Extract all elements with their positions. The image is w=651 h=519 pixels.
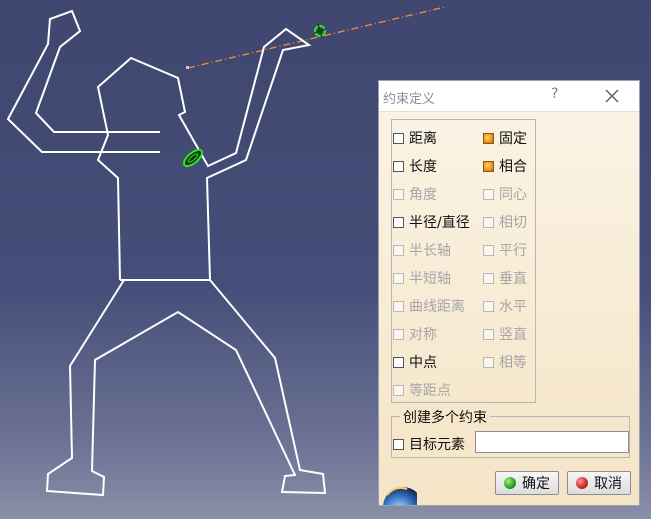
constraint-label: 水平 xyxy=(499,299,527,315)
constraint-label: 相等 xyxy=(499,355,527,371)
checkbox-box xyxy=(393,328,404,340)
construction-line[interactable] xyxy=(187,6,446,69)
cancel-icon xyxy=(576,477,588,489)
legs-profile[interactable] xyxy=(45,279,327,497)
checkbox-box xyxy=(393,300,404,312)
target-element-input[interactable] xyxy=(475,431,629,453)
right-constraint-3: 相切 xyxy=(483,212,527,232)
left-constraint-4: 半长轴 xyxy=(393,240,451,260)
checkbox-box xyxy=(393,384,404,396)
dialog-title: 约束定义 xyxy=(383,92,436,107)
constraint-label: 等距点 xyxy=(409,383,451,399)
constraint-label: 角度 xyxy=(409,187,437,203)
cancel-button[interactable]: 取消 xyxy=(567,471,631,495)
left-constraint-0[interactable]: 距离 xyxy=(393,128,437,148)
target-element-label: 目标元素 xyxy=(409,437,465,453)
ok-label: 确定 xyxy=(522,476,550,492)
constraint-definition-dialog: 约束定义 ? 距离长度角度半径/直径半长轴半短轴曲线距离对称中点等距点 固定相合… xyxy=(378,80,640,506)
left-constraint-7: 对称 xyxy=(393,324,437,344)
close-icon[interactable] xyxy=(601,85,623,107)
constraint-label: 同心 xyxy=(499,187,527,203)
right-constraint-6: 水平 xyxy=(483,296,527,316)
checkbox-box xyxy=(483,300,494,312)
constraint-label: 长度 xyxy=(409,159,437,175)
sketch-point[interactable] xyxy=(186,66,189,69)
left-constraint-2: 角度 xyxy=(393,184,437,204)
constraint-label: 对称 xyxy=(409,327,437,343)
checkbox-box[interactable] xyxy=(393,438,404,450)
multi-constraint-legend: 创建多个约束 xyxy=(400,407,490,427)
torso-profile[interactable] xyxy=(96,27,312,281)
right-constraint-2: 同心 xyxy=(483,184,527,204)
constraint-label: 中点 xyxy=(409,355,437,371)
cancel-label: 取消 xyxy=(594,476,622,492)
coincidence-constraint-icon[interactable] xyxy=(313,23,327,39)
help-button[interactable]: ? xyxy=(551,86,558,102)
constraint-label: 相合 xyxy=(499,159,527,175)
checkbox-box[interactable] xyxy=(483,160,494,172)
checkbox-box xyxy=(483,188,494,200)
left-constraint-1[interactable]: 长度 xyxy=(393,156,437,176)
target-element-checkbox[interactable]: 目标元素 xyxy=(393,434,465,454)
checkbox-box[interactable] xyxy=(393,132,404,144)
checkbox-box[interactable] xyxy=(483,132,494,144)
fix-constraint-icon[interactable] xyxy=(181,147,204,169)
checkbox-box xyxy=(483,244,494,256)
constraint-label: 平行 xyxy=(499,243,527,259)
right-constraint-0[interactable]: 固定 xyxy=(483,128,527,148)
checkbox-box xyxy=(393,244,404,256)
right-constraint-1[interactable]: 相合 xyxy=(483,156,527,176)
constraint-label: 竖直 xyxy=(499,327,527,343)
checkbox-box xyxy=(483,356,494,368)
checkbox-box[interactable] xyxy=(393,160,404,172)
right-constraint-4: 平行 xyxy=(483,240,527,260)
right-constraint-8: 相等 xyxy=(483,352,527,372)
checkbox-box xyxy=(483,272,494,284)
constraint-label: 半长轴 xyxy=(409,243,451,259)
left-constraint-3[interactable]: 半径/直径 xyxy=(393,212,470,232)
ok-button[interactable]: 确定 xyxy=(495,471,559,495)
constraint-label: 半径/直径 xyxy=(409,215,470,231)
checkbox-box xyxy=(483,328,494,340)
constraint-label: 垂直 xyxy=(499,271,527,287)
constraint-label: 相切 xyxy=(499,215,527,231)
left-constraint-5: 半短轴 xyxy=(393,268,451,288)
constraint-label: 距离 xyxy=(409,131,437,147)
left-constraint-6: 曲线距离 xyxy=(393,296,465,316)
right-constraint-5: 垂直 xyxy=(483,268,527,288)
right-constraint-7: 竖直 xyxy=(483,324,527,344)
checkbox-box xyxy=(393,272,404,284)
globe-icon xyxy=(383,486,417,505)
constraint-label: 半短轴 xyxy=(409,271,451,287)
constraint-label: 固定 xyxy=(499,131,527,147)
checkbox-box xyxy=(393,188,404,200)
dialog-titlebar[interactable]: 约束定义 ? xyxy=(379,81,639,112)
left-arm-profile[interactable] xyxy=(6,9,160,153)
checkbox-box[interactable] xyxy=(393,216,404,228)
checkbox-box[interactable] xyxy=(393,356,404,368)
ok-icon xyxy=(504,477,516,489)
left-constraint-8[interactable]: 中点 xyxy=(393,352,437,372)
left-constraint-9: 等距点 xyxy=(393,380,451,400)
constraint-label: 曲线距离 xyxy=(409,299,465,315)
checkbox-box xyxy=(483,216,494,228)
